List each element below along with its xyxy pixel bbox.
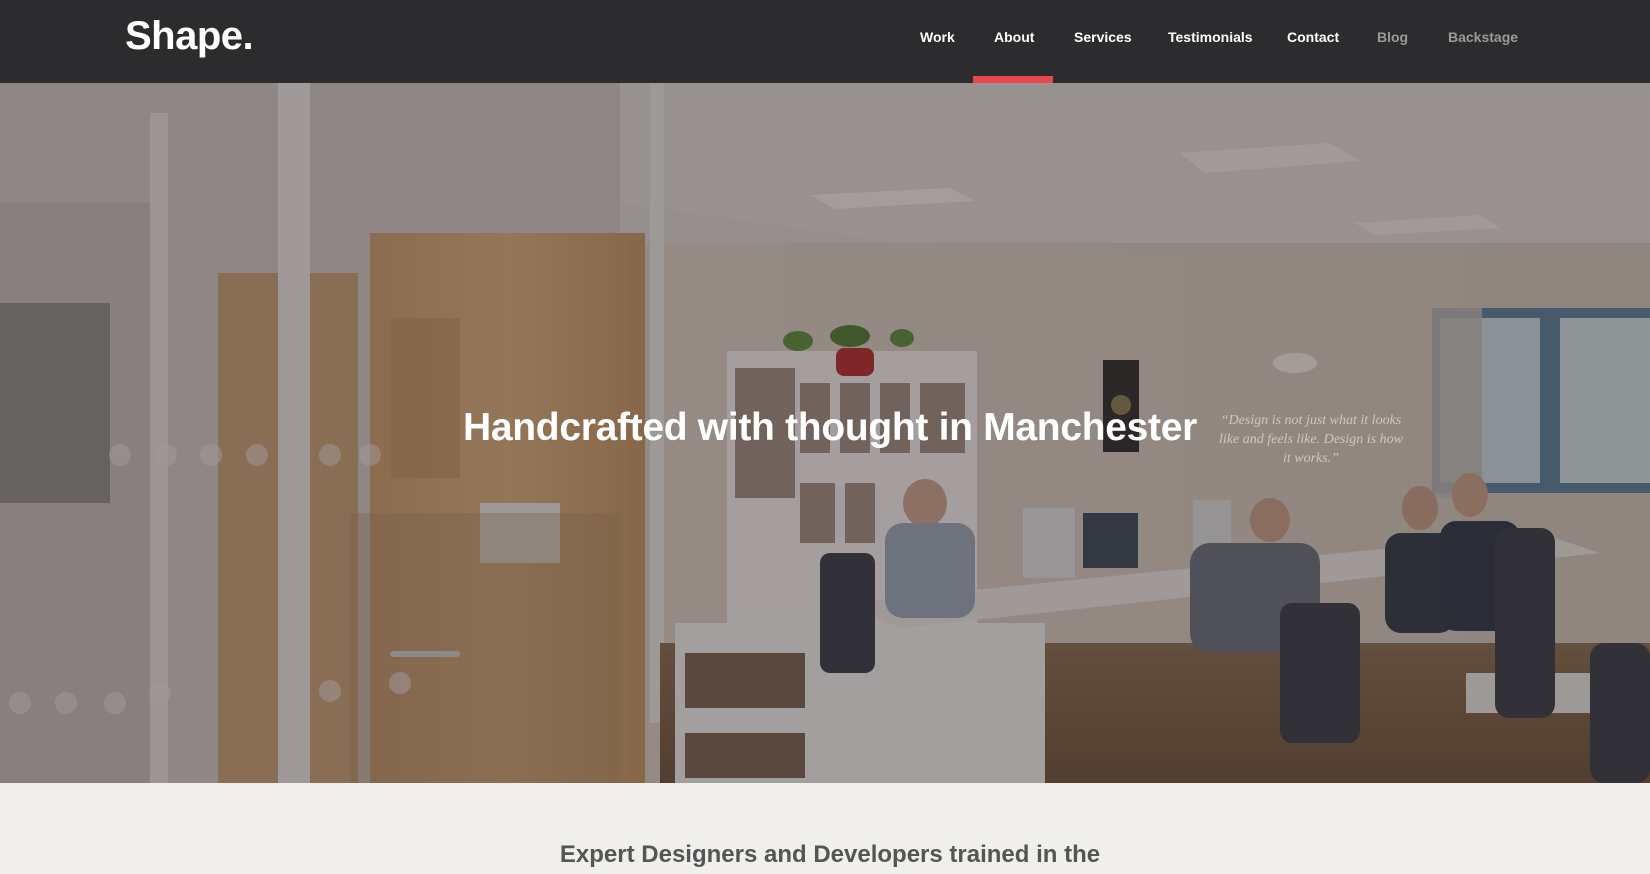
intro-section: Expert Designers and Developers trained … <box>0 783 1650 874</box>
nav-item-backstage[interactable]: Backstage <box>1448 0 1518 83</box>
active-nav-indicator <box>973 76 1053 83</box>
intro-heading: Expert Designers and Developers trained … <box>559 841 1101 868</box>
nav-item-contact[interactable]: Contact <box>1287 0 1339 83</box>
page: Shape. Work About Services Testimonials … <box>0 0 1650 874</box>
nav-item-blog[interactable]: Blog <box>1377 0 1408 83</box>
nav-item-about[interactable]: About <box>994 0 1034 83</box>
hero-section: “Design is not just what it looks like a… <box>0 83 1650 783</box>
nav-item-services[interactable]: Services <box>1074 0 1132 83</box>
hero-title: Handcrafted with thought in Manchester <box>463 406 1197 449</box>
nav-item-testimonials[interactable]: Testimonials <box>1168 0 1253 83</box>
top-navbar: Shape. Work About Services Testimonials … <box>0 0 1650 83</box>
nav-item-work[interactable]: Work <box>920 0 955 83</box>
logo[interactable]: Shape. <box>125 14 254 59</box>
